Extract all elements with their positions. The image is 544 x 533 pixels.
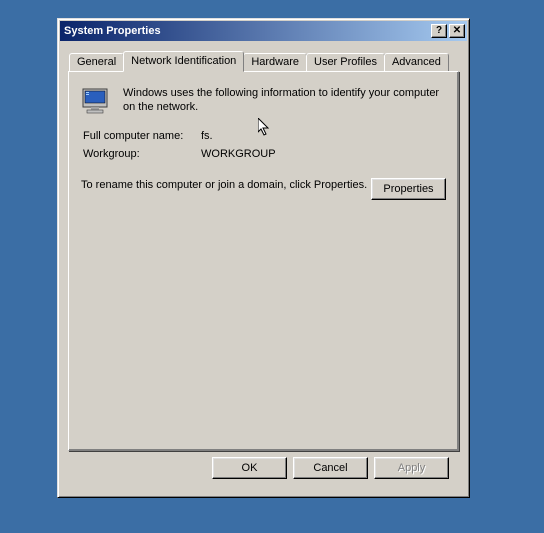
fullname-label: Full computer name: bbox=[83, 130, 201, 142]
computer-monitor-icon bbox=[81, 86, 113, 118]
rename-row: To rename this computer or join a domain… bbox=[81, 178, 446, 200]
tab-general[interactable]: General bbox=[69, 53, 124, 71]
apply-button[interactable]: Apply bbox=[374, 457, 449, 479]
info-row: Windows uses the following information t… bbox=[81, 86, 446, 118]
tab-advanced[interactable]: Advanced bbox=[384, 53, 449, 71]
dialog-footer: OK Cancel Apply bbox=[68, 451, 459, 489]
fullname-row: Full computer name: fs. bbox=[81, 130, 446, 142]
tab-strip: General Network Identification Hardware … bbox=[68, 51, 459, 71]
properties-button[interactable]: Properties bbox=[371, 178, 446, 200]
workgroup-row: Workgroup: WORKGROUP bbox=[81, 148, 446, 160]
tab-network-identification[interactable]: Network Identification bbox=[123, 51, 244, 72]
cancel-button[interactable]: Cancel bbox=[293, 457, 368, 479]
rename-text: To rename this computer or join a domain… bbox=[81, 178, 371, 193]
dialog-body: General Network Identification Hardware … bbox=[58, 43, 469, 497]
close-button[interactable]: ✕ bbox=[449, 24, 465, 38]
workgroup-label: Workgroup: bbox=[83, 148, 201, 160]
tab-hardware[interactable]: Hardware bbox=[243, 53, 307, 71]
window-title: System Properties bbox=[64, 25, 429, 37]
titlebar[interactable]: System Properties ? ✕ bbox=[60, 21, 467, 41]
workgroup-value: WORKGROUP bbox=[201, 148, 446, 160]
help-button[interactable]: ? bbox=[431, 24, 447, 38]
fullname-value: fs. bbox=[201, 130, 446, 142]
system-properties-window: System Properties ? ✕ General Network Id… bbox=[57, 18, 470, 498]
help-icon: ? bbox=[436, 26, 442, 36]
info-text: Windows uses the following information t… bbox=[123, 86, 446, 118]
tab-panel: Windows uses the following information t… bbox=[68, 71, 459, 451]
close-icon: ✕ bbox=[453, 26, 461, 36]
ok-button[interactable]: OK bbox=[212, 457, 287, 479]
tab-user-profiles[interactable]: User Profiles bbox=[306, 53, 385, 71]
